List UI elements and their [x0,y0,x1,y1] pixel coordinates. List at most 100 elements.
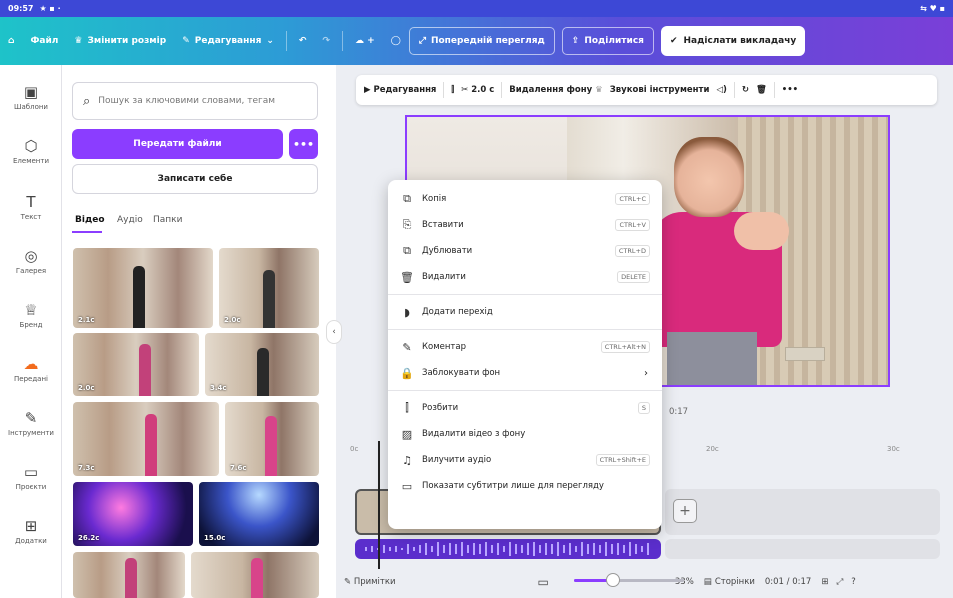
menu-item-extract-audio[interactable]: ♫ Вилучити аудіо CTRL+Shift+E [388,447,662,473]
menu-item-show-captions[interactable]: ▭ Показати субтитри лише для перегляду [388,473,662,499]
audio-tools-button[interactable]: Звукові інструменти [610,85,710,95]
resize-button[interactable]: ♛ Змінити розмір [66,36,174,46]
notes-button[interactable]: ✎ Примітки [344,577,396,587]
divider [342,31,343,51]
star-icon: ★ ▪ · [39,4,61,13]
side-rail: ▣ Шаблони ⬡ Елементи T Текст ◎ Галерея ♕ Брен… [0,65,62,598]
apps-icon: ⊞ [24,517,38,535]
transition-icon: ◗ [404,305,410,319]
video-thumbnail[interactable]: 15.0с [199,482,319,546]
rail-elements[interactable]: ⬡ Елементи [0,137,62,165]
crown-icon: ♛ [74,36,83,46]
rail-label: Шаблони [14,103,48,111]
tools-icon: ✎ [24,409,38,427]
home-button[interactable]: ⌂ [0,36,22,46]
edit-video-button[interactable]: ▶ Редагування [364,85,436,95]
menu-item-lock-background[interactable]: 🔒 Заблокувати фон › [388,360,662,386]
menu-item-add-transition[interactable]: ◗ Додати перехід [388,299,662,325]
tab-folders[interactable]: Папки [153,215,182,225]
timeline-playhead[interactable] [378,441,380,569]
video-thumbnail[interactable]: 2.0с [73,333,199,396]
menu-item-paste[interactable]: ⎘ Вставити CTRL+V [388,212,662,238]
playback-time: 0:01 / 0:17 [764,577,812,587]
video-thumbnail[interactable]: 7.6с [225,402,319,476]
rail-gallery[interactable]: ◎ Галерея [0,247,62,275]
shortcut-label: S [637,402,650,414]
rail-label: Елементи [13,157,49,165]
home-icon: ⌂ [8,36,15,46]
video-frame-subject [734,212,789,250]
video-thumbnail[interactable]: 3.4с [205,333,319,396]
send-to-teacher-button[interactable]: ✔ Надіслати викладачу [660,26,806,56]
thumb-duration: 2.0с [224,316,241,324]
video-thumbnail[interactable]: 7.3с [73,402,219,476]
search-icon: ⌕ [83,93,91,109]
tab-audio[interactable]: Аудіо [117,215,143,225]
upload-more-button[interactable]: ••• [289,129,318,159]
shortcut-label: DELETE [617,271,650,283]
rail-templates[interactable]: ▣ Шаблони [0,83,62,111]
file-menu[interactable]: Файл [22,36,66,46]
minimize-icon[interactable]: ▭ [538,575,549,589]
collapse-panel-button[interactable]: ‹ [326,320,342,344]
rail-projects[interactable]: ▭ Проєкти [0,463,62,491]
trim-button[interactable]: ✂ 2.0 с [461,85,494,95]
menu-item-label: Вилучити аудіо [422,455,492,465]
add-clip-button[interactable]: + [673,499,697,523]
zoom-slider-handle[interactable] [606,573,620,587]
file-label: Файл [30,36,59,46]
preview-button[interactable]: ⤢ Попередній перегляд [408,27,555,55]
folder-icon: ▭ [23,463,39,481]
audio-track[interactable] [355,539,661,559]
resize-label: Змінити розмір [87,36,167,46]
brand-icon: ♕ [24,301,38,319]
record-yourself-button[interactable]: Записати себе [72,164,318,194]
volume-icon[interactable]: ◁) [716,85,726,95]
rail-text[interactable]: T Текст [0,193,62,221]
trash-icon[interactable]: 🗑 [756,85,767,95]
edit-menu[interactable]: ✎ Редагування ⌄ [174,36,282,46]
menu-item-delete[interactable]: 🗑 Видалити DELETE [388,264,662,290]
upload-files-button[interactable]: Передати файли [72,129,283,159]
redo-button[interactable]: ↷ [314,36,338,46]
menu-item-split[interactable]: ⫿ Розбити S [388,395,662,421]
elements-icon: ⬡ [24,137,38,155]
help-icon[interactable]: ? [851,577,856,587]
trash-icon: 🗑 [400,270,414,284]
share-button[interactable]: ⇪ Поділитися [561,27,654,55]
split-icon[interactable]: ⫿ [451,85,454,95]
thumb-figure [257,348,269,396]
menu-item-remove-video-bg[interactable]: ▨ Видалити відео з фону [388,421,662,447]
tab-video[interactable]: Відео [75,215,105,225]
video-thumbnail[interactable]: 2.0с [219,248,319,328]
video-frame-subject [674,137,744,217]
menu-item-duplicate[interactable]: ⧉ Дублювати CTRL+D [388,238,662,264]
menu-item-comment[interactable]: ✎ Коментар CTRL+Alt+N [388,334,662,360]
notes-icon: ✎ [344,577,354,587]
video-thumbnail[interactable] [73,552,185,598]
bg-remove-button[interactable]: Видалення фону ♛ [509,85,602,95]
video-frame-socket [785,347,825,361]
rail-apps[interactable]: ⊞ Додатки [0,517,62,545]
thumb-duration: 26.2с [78,534,100,542]
grid-view-icon[interactable]: ⊞ [821,577,828,587]
pages-button[interactable]: ▤ Сторінки [704,577,755,587]
save-status-button[interactable]: ☁ + [347,36,383,46]
rail-label: Інструменти [8,429,54,437]
video-thumbnail[interactable]: 2.1с [73,248,213,328]
menu-item-copy[interactable]: ⧉ Копія CTRL+C [388,186,662,212]
fullscreen-icon[interactable]: ⤢ [836,577,843,587]
rail-tools[interactable]: ✎ Інструменти [0,409,62,437]
thumb-figure [125,558,137,598]
undo-button[interactable]: ↶ [291,36,315,46]
rail-uploads[interactable]: ☁ Передані [0,355,62,383]
context-menu: ⧉ Копія CTRL+C ⎘ Вставити CTRL+V ⧉ Дублювати C… [388,180,662,529]
copy-icon: ⧉ [403,192,411,205]
video-thumbnail[interactable]: 26.2с [73,482,193,546]
rail-brand[interactable]: ♕ Бренд [0,301,62,329]
comment-button[interactable]: ◯ [383,36,409,46]
search-input[interactable]: ⌕ Пошук за ключовими словами, тегам [72,82,318,120]
video-thumbnail[interactable] [191,552,319,598]
more-options-icon[interactable]: ••• [782,85,798,95]
comment-add-icon[interactable]: ↻ [742,85,749,95]
